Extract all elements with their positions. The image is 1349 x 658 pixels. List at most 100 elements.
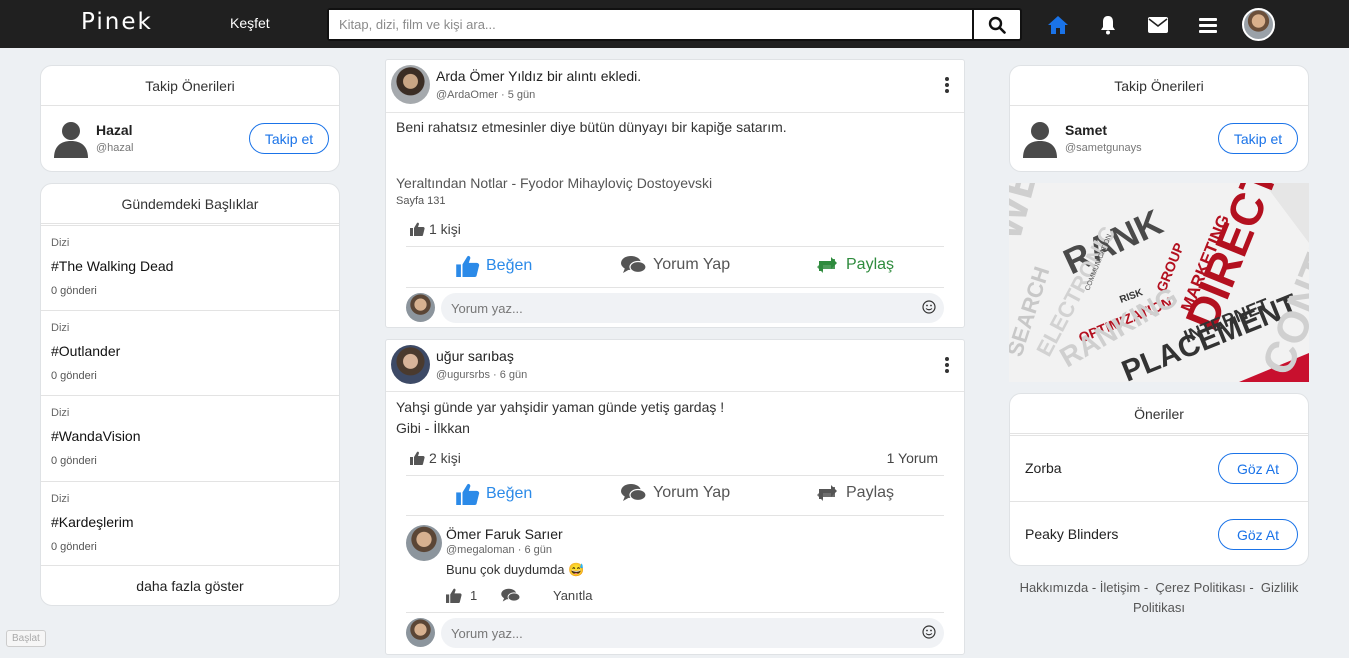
trend-item[interactable]: Dizi #Kardeşlerim 0 gönderi (41, 481, 339, 566)
comments-count[interactable]: 1 Yorum (887, 450, 938, 466)
emoji-icon[interactable] (922, 300, 936, 314)
search-button[interactable] (972, 10, 1020, 39)
person-icon (1023, 122, 1057, 158)
post-text-line2: Gibi - İlkkan (396, 420, 470, 436)
reply-text: Bunu çok duydumda 😅 (446, 562, 585, 577)
menu-button[interactable] (1197, 14, 1219, 36)
like-count[interactable]: 1 kişi (410, 221, 461, 237)
recommendation-name[interactable]: Peaky Blinders (1025, 526, 1118, 542)
trend-item[interactable]: Dizi #WandaVision 0 gönderi (41, 395, 339, 480)
footer-link-cookies[interactable]: Çerez Politikası (1155, 580, 1245, 595)
reply-meta: @megaloman · 6 gün (446, 544, 552, 556)
post-meta: @ugursrbs · 6 gün (436, 369, 528, 381)
thumbs-up-icon (446, 588, 462, 603)
post-meta: @ArdaOmer · 5 gün (436, 89, 536, 101)
post-handle[interactable]: @ugursrbs (436, 369, 490, 381)
start-tag[interactable]: Başlat (6, 630, 46, 647)
trend-category: Dizi (51, 493, 70, 505)
share-label: Paylaş (846, 256, 895, 273)
suggested-user-name[interactable]: Hazal (96, 122, 133, 138)
notifications-button[interactable] (1097, 14, 1119, 36)
post-author-name[interactable]: uğur sarıbaş (436, 348, 514, 364)
comment-button[interactable]: Yorum Yap (621, 255, 730, 275)
comment-button[interactable]: Yorum Yap (621, 483, 730, 503)
follow-button[interactable]: Takip et (249, 123, 329, 154)
quote-page: Sayfa 131 (396, 195, 446, 207)
post-card: uğur sarıbaş @ugursrbs · 6 gün Yahşi gün… (385, 339, 965, 655)
like-button[interactable]: Beğen (456, 255, 532, 277)
user-avatar[interactable] (1242, 8, 1275, 41)
trend-category: Dizi (51, 407, 70, 419)
comments-icon (621, 256, 647, 274)
trend-tag[interactable]: #WandaVision (51, 428, 141, 444)
person-icon (54, 122, 88, 158)
app-logo[interactable]: Pinek (81, 9, 153, 35)
like-label: Beğen (486, 257, 533, 274)
post-time: 5 gün (507, 89, 536, 101)
recommendation-item: Peaky Blinders Göz At (1010, 501, 1308, 567)
post-author-avatar[interactable] (391, 345, 430, 384)
emoji-icon[interactable] (922, 625, 936, 639)
card-title: Takip Önerileri (41, 66, 339, 106)
reply-button[interactable]: Yanıtla (553, 588, 593, 603)
divider (406, 515, 944, 516)
trend-count: 0 gönderi (51, 285, 97, 297)
reply-like-button[interactable]: 1 (446, 588, 477, 603)
post-card: Arda Ömer Yıldız bir alıntı ekledi. @Ard… (385, 59, 965, 328)
card-title: Öneriler (1010, 394, 1308, 434)
divider (406, 287, 944, 288)
reply-author-name[interactable]: Ömer Faruk Sarıer (446, 526, 563, 542)
comment-label: Yorum Yap (653, 484, 731, 501)
top-navbar: Pinek Keşfet (0, 0, 1349, 48)
trend-tag[interactable]: #Kardeşlerim (51, 514, 133, 530)
footer-link-about[interactable]: Hakkımızda (1020, 580, 1089, 595)
messages-button[interactable] (1147, 14, 1169, 36)
view-button[interactable]: Göz At (1218, 519, 1298, 550)
share-button[interactable]: Paylaş (814, 255, 894, 275)
reply-author-avatar[interactable] (406, 525, 442, 561)
footer-link-contact[interactable]: İletişim (1100, 580, 1140, 595)
like-count[interactable]: 2 kişi (410, 450, 461, 466)
trend-item[interactable]: Dizi #The Walking Dead 0 gönderi (41, 225, 339, 310)
view-button[interactable]: Göz At (1218, 453, 1298, 484)
recommendations-card: Öneriler Zorba Göz At Peaky Blinders Göz… (1009, 393, 1309, 566)
reply-handle[interactable]: @megaloman (446, 544, 515, 556)
trend-tag[interactable]: #Outlander (51, 343, 120, 359)
reply-comment-button[interactable] (501, 588, 521, 608)
advertisement-image[interactable]: WEB RANK DIRECT MARKETING GROUP RISK OPT… (1009, 183, 1309, 382)
trend-item[interactable]: Dizi #Outlander 0 gönderi (41, 310, 339, 395)
recommendation-name[interactable]: Zorba (1025, 460, 1062, 476)
share-button[interactable]: Paylaş (814, 483, 894, 503)
current-user-avatar (406, 293, 435, 322)
thumbs-up-icon (410, 451, 425, 465)
recommendation-item: Zorba Göz At (1010, 435, 1308, 501)
like-count-text: 1 kişi (429, 221, 461, 237)
quote-source[interactable]: Yeraltından Notlar - Fyodor Mihayloviç D… (396, 173, 712, 194)
post-time: 6 gün (499, 369, 528, 381)
like-button[interactable]: Beğen (456, 483, 532, 505)
trend-category: Dizi (51, 322, 70, 334)
like-count-text: 2 kişi (429, 450, 461, 466)
more-options-icon[interactable] (944, 356, 950, 374)
suggested-user-name[interactable]: Samet (1065, 122, 1107, 138)
current-user-avatar (406, 618, 435, 647)
follow-button[interactable]: Takip et (1218, 123, 1298, 154)
trend-category: Dizi (51, 237, 70, 249)
post-text: Beni rahatsız etmesinler diye bütün düny… (396, 119, 787, 135)
footer-links: Hakkımızda - İletişim - Çerez Politikası… (1019, 580, 1299, 615)
explore-link[interactable]: Keşfet (230, 15, 270, 31)
post-author-name[interactable]: Arda Ömer Yıldız (436, 68, 543, 84)
search-bar (327, 8, 1022, 41)
post-handle[interactable]: @ArdaOmer (436, 89, 498, 101)
more-options-icon[interactable] (944, 76, 950, 94)
like-label: Beğen (486, 485, 533, 502)
show-more-link[interactable]: daha fazla göster (41, 565, 339, 605)
trend-tag[interactable]: #The Walking Dead (51, 258, 173, 274)
post-author-avatar[interactable] (391, 65, 430, 104)
search-input[interactable] (329, 10, 972, 39)
post-header: Arda Ömer Yıldız bir alıntı ekledi. (436, 68, 641, 84)
comment-input[interactable] (441, 618, 944, 648)
envelope-icon (1148, 17, 1168, 33)
home-button[interactable] (1047, 14, 1069, 36)
comment-input[interactable] (441, 293, 944, 323)
